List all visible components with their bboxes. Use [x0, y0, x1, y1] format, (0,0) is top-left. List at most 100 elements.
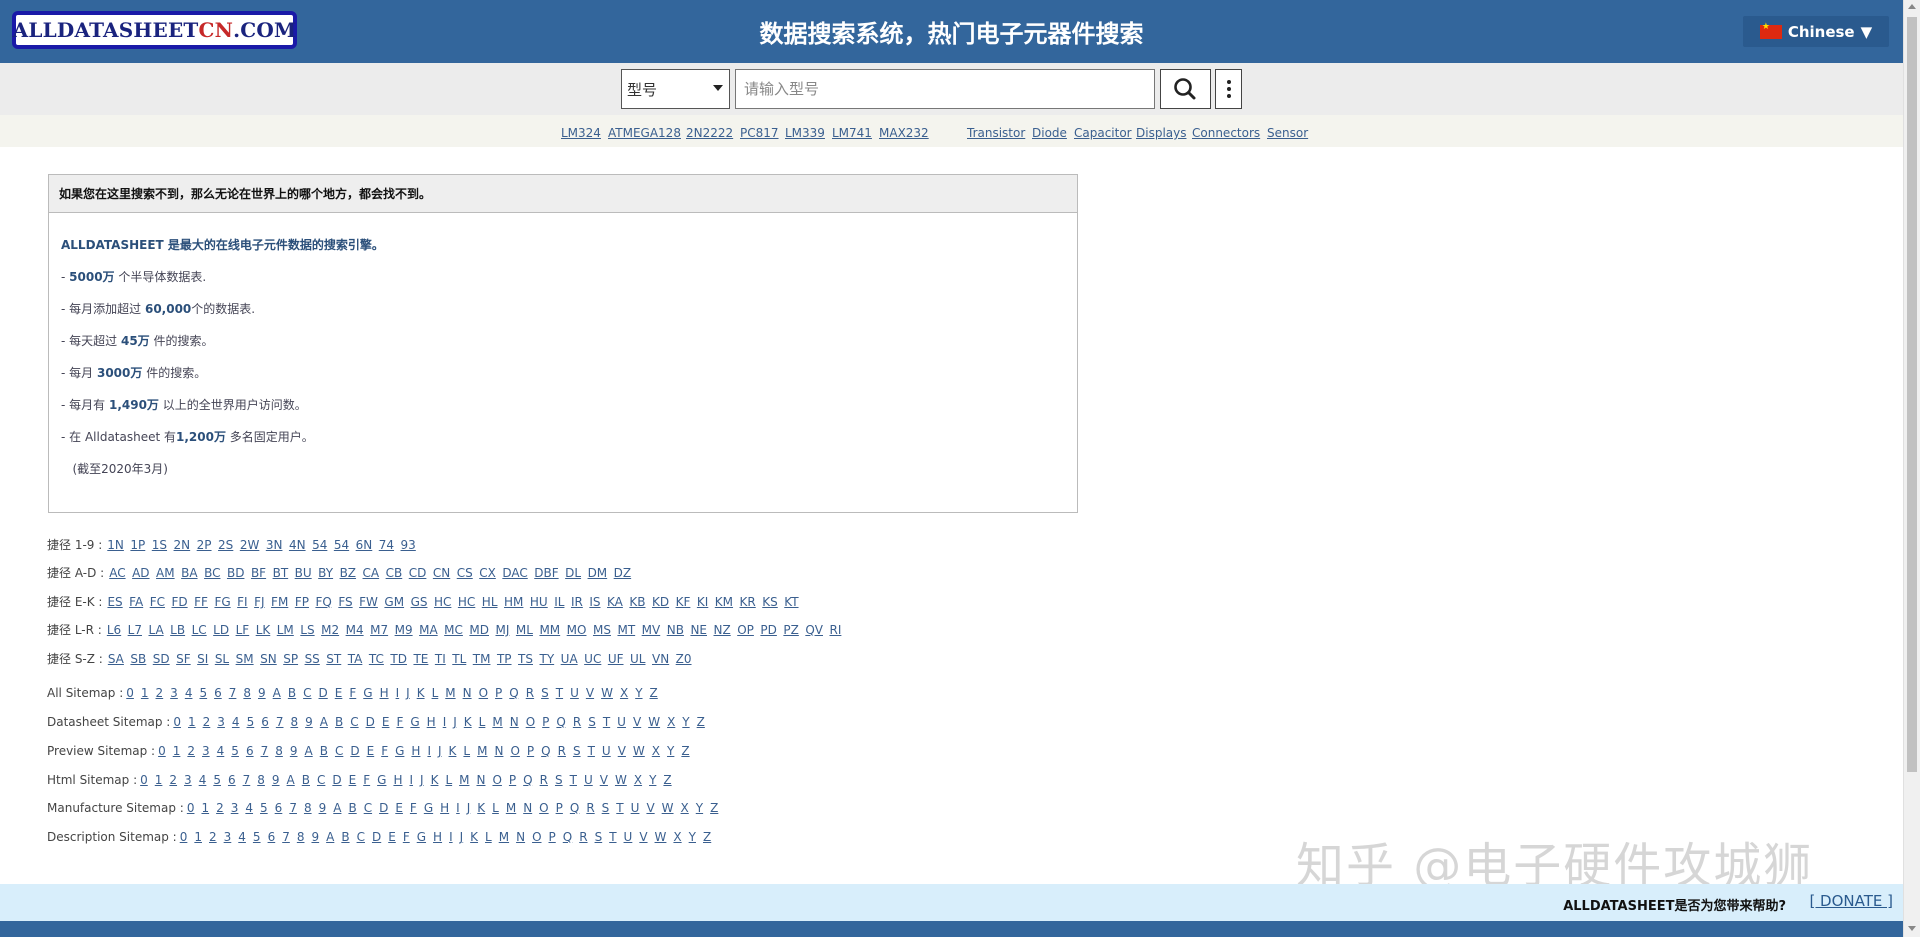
index-link[interactable]: BA [181, 566, 197, 580]
scroll-down-arrow-icon[interactable] [1908, 926, 1916, 931]
index-link[interactable]: L [463, 744, 470, 758]
index-link[interactable]: UA [561, 652, 578, 666]
index-link[interactable]: Z [681, 744, 689, 758]
index-link[interactable]: 6 [275, 801, 283, 815]
index-link[interactable]: PZ [783, 623, 798, 637]
index-link[interactable]: SM [236, 652, 254, 666]
index-link[interactable]: M [445, 686, 455, 700]
index-link[interactable]: S [541, 686, 549, 700]
index-link[interactable]: 4 [199, 773, 207, 787]
index-link[interactable]: J [406, 686, 410, 700]
index-link[interactable]: IR [571, 595, 583, 609]
index-link[interactable]: P [509, 773, 516, 787]
index-link[interactable]: O [532, 830, 541, 844]
index-link[interactable]: Z0 [676, 652, 692, 666]
index-link[interactable]: Q [556, 715, 565, 729]
index-link[interactable]: X [667, 715, 675, 729]
index-link[interactable]: D [366, 715, 375, 729]
index-link[interactable]: SF [176, 652, 191, 666]
index-link[interactable]: 4 [232, 715, 240, 729]
index-link[interactable]: MV [642, 623, 661, 637]
index-link[interactable]: LK [256, 623, 271, 637]
index-link[interactable]: D [319, 686, 328, 700]
index-link[interactable]: NB [667, 623, 684, 637]
index-link[interactable]: MJ [496, 623, 510, 637]
index-link[interactable]: HC [458, 595, 475, 609]
index-link[interactable]: J [467, 801, 471, 815]
quick-link-part[interactable]: PC817 [740, 126, 779, 140]
index-link[interactable]: B [288, 686, 296, 700]
index-link[interactable]: E [395, 801, 403, 815]
index-link[interactable]: N [523, 801, 532, 815]
index-link[interactable]: 3 [217, 715, 225, 729]
index-link[interactable]: Y [689, 830, 696, 844]
quick-link-category[interactable]: Transistor [967, 126, 1025, 140]
index-link[interactable]: BC [204, 566, 220, 580]
index-link[interactable]: M [506, 801, 516, 815]
index-link[interactable]: 1 [194, 830, 202, 844]
index-link[interactable]: M7 [370, 623, 388, 637]
language-selector[interactable]: Chinese ▼ [1743, 16, 1889, 47]
index-link[interactable]: LB [170, 623, 185, 637]
index-link[interactable]: BZ [340, 566, 356, 580]
index-link[interactable]: H [380, 686, 389, 700]
index-link[interactable]: Z [663, 773, 671, 787]
index-link[interactable]: 0 [140, 773, 148, 787]
index-link[interactable]: FG [214, 595, 230, 609]
index-link[interactable]: G [424, 801, 433, 815]
index-link[interactable]: I [456, 801, 460, 815]
index-link[interactable]: C [317, 773, 325, 787]
index-link[interactable]: F [410, 801, 417, 815]
index-link[interactable]: O [510, 744, 519, 758]
index-link[interactable]: BT [273, 566, 289, 580]
index-link[interactable]: NZ [714, 623, 731, 637]
index-link[interactable]: M4 [346, 623, 364, 637]
index-link[interactable]: T [556, 686, 563, 700]
index-link[interactable]: 8 [304, 801, 312, 815]
index-link[interactable]: 5 [213, 773, 221, 787]
index-link[interactable]: CN [433, 566, 450, 580]
scroll-up-arrow-icon[interactable] [1908, 4, 1916, 9]
index-link[interactable]: Q [563, 830, 572, 844]
index-link[interactable]: 2N [174, 538, 191, 552]
index-link[interactable]: E [349, 773, 357, 787]
index-link[interactable]: 2P [197, 538, 212, 552]
index-link[interactable]: DL [565, 566, 581, 580]
index-link[interactable]: 0 [187, 801, 195, 815]
index-link[interactable]: U [617, 715, 626, 729]
index-link[interactable]: ST [326, 652, 341, 666]
index-link[interactable]: G [410, 715, 419, 729]
index-link[interactable]: 4 [217, 744, 225, 758]
index-link[interactable]: HL [482, 595, 498, 609]
index-link[interactable]: 3 [170, 686, 178, 700]
index-link[interactable]: K [477, 801, 485, 815]
index-link[interactable]: 6 [246, 744, 254, 758]
index-link[interactable]: N [516, 830, 525, 844]
index-link[interactable]: GM [384, 595, 404, 609]
index-link[interactable]: S [595, 830, 603, 844]
index-link[interactable]: 74 [379, 538, 394, 552]
index-link[interactable]: 1N [107, 538, 124, 552]
index-link[interactable]: S [602, 801, 610, 815]
index-link[interactable]: P [556, 801, 563, 815]
index-link[interactable]: 6N [356, 538, 373, 552]
index-link[interactable]: 6 [261, 715, 269, 729]
index-link[interactable]: 8 [297, 830, 305, 844]
index-link[interactable]: FW [359, 595, 378, 609]
index-link[interactable]: 8 [290, 715, 298, 729]
index-link[interactable]: R [579, 830, 587, 844]
index-link[interactable]: K [470, 830, 478, 844]
index-link[interactable]: LC [192, 623, 207, 637]
index-link[interactable]: 5 [260, 801, 268, 815]
index-link[interactable]: HM [504, 595, 523, 609]
index-link[interactable]: 8 [243, 686, 251, 700]
index-link[interactable]: K [417, 686, 425, 700]
index-link[interactable]: 7 [282, 830, 290, 844]
index-link[interactable]: F [403, 830, 410, 844]
index-link[interactable]: SL [215, 652, 229, 666]
index-link[interactable]: Z [703, 830, 711, 844]
index-link[interactable]: SD [153, 652, 170, 666]
index-link[interactable]: 2 [169, 773, 177, 787]
index-link[interactable]: 54 [334, 538, 349, 552]
index-link[interactable]: 3 [184, 773, 192, 787]
